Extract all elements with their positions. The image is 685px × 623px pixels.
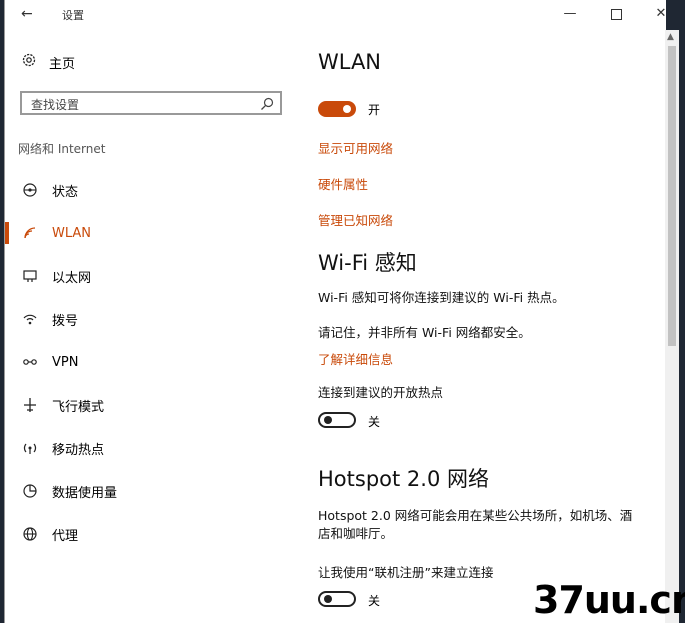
- airplane-icon: [22, 397, 38, 413]
- sidebar-item-proxy[interactable]: 代理: [5, 518, 295, 550]
- sidebar-item-label: WLAN: [52, 225, 92, 241]
- settings-window: ← 设置 — ✕ 主页 查找设置 网络和 Internet 状态 WLAN 以太…: [4, 0, 666, 623]
- sidebar-item-vpn[interactable]: VPN: [5, 346, 295, 378]
- sidebar-item-ethernet[interactable]: 以太网: [5, 260, 295, 292]
- sidebar-item-label: VPN: [52, 354, 79, 370]
- wlan-title: WLAN: [318, 50, 382, 74]
- hotspot-icon: [22, 440, 38, 456]
- hotspot-title: Hotspot 2.0 网络: [318, 467, 489, 491]
- sidebar-item-label: 代理: [52, 528, 79, 544]
- search-placeholder: 查找设置: [31, 98, 80, 112]
- online-signup-toggle-label: 关: [368, 594, 381, 608]
- ethernet-icon: [22, 268, 38, 284]
- minimize-button[interactable]: —: [555, 6, 585, 24]
- sidebar-item-data-usage[interactable]: 数据使用量: [5, 475, 295, 507]
- title-bar: ← 设置 — ✕: [5, 0, 666, 30]
- hotspot-description-line1: Hotspot 2.0 网络可能会用在某些公共场所，如机场、酒: [318, 508, 633, 523]
- home-label: 主页: [49, 56, 76, 72]
- sidebar-item-label: 移动热点: [52, 442, 105, 458]
- wifi-icon: [22, 225, 38, 241]
- show-available-networks-link[interactable]: 显示可用网络: [318, 138, 393, 157]
- sidebar-item-airplane[interactable]: 飞行模式: [5, 389, 295, 421]
- toggle-knob: [324, 595, 332, 603]
- manage-known-networks-link[interactable]: 管理已知网络: [318, 210, 393, 229]
- back-arrow-icon[interactable]: ←: [21, 6, 33, 22]
- open-hotspots-toggle-label: 关: [368, 415, 381, 429]
- active-indicator: [5, 222, 9, 244]
- window-title: 设置: [62, 9, 84, 22]
- sidebar-item-label: 以太网: [52, 270, 92, 286]
- open-hotspots-toggle[interactable]: [318, 412, 356, 428]
- sidebar-item-label: 状态: [52, 184, 79, 200]
- wifi-sense-title: Wi-Fi 感知: [318, 251, 417, 275]
- learn-more-link[interactable]: 了解详细信息: [318, 349, 393, 368]
- hotspot-description-line2: 店和咖啡厅。: [318, 526, 394, 541]
- sidebar-item-dialup[interactable]: 拨号: [5, 303, 295, 335]
- sidebar-item-label: 数据使用量: [52, 485, 118, 501]
- section-title: 网络和 Internet: [18, 142, 106, 156]
- dialup-icon: [22, 311, 38, 327]
- sidebar-item-status[interactable]: 状态: [5, 174, 295, 206]
- scroll-up-arrow-icon[interactable]: ▲: [667, 32, 674, 42]
- hardware-properties-link[interactable]: 硬件属性: [318, 174, 368, 193]
- status-icon: [22, 182, 38, 198]
- maximize-icon: [610, 9, 622, 20]
- data-usage-icon: [22, 483, 38, 499]
- toggle-knob: [324, 416, 332, 424]
- search-input[interactable]: 查找设置: [20, 91, 282, 115]
- toggle-knob: [343, 105, 351, 113]
- search-icon: [260, 96, 274, 115]
- home-link[interactable]: 主页: [21, 51, 75, 73]
- sidebar-item-label: 飞行模式: [52, 399, 105, 415]
- watermark: 37uu.cn: [533, 578, 685, 622]
- sidebar-item-wlan[interactable]: WLAN: [5, 217, 295, 249]
- wifi-sense-note: 请记住，并非所有 Wi-Fi 网络都安全。: [318, 325, 531, 340]
- scrollbar-thumb[interactable]: [668, 46, 676, 346]
- online-signup-toggle[interactable]: [318, 591, 356, 607]
- close-button[interactable]: ✕: [646, 6, 666, 24]
- globe-icon: [22, 526, 38, 542]
- wlan-toggle-label: 开: [368, 103, 381, 117]
- open-hotspots-label: 连接到建议的开放热点: [318, 385, 444, 400]
- wlan-toggle[interactable]: [318, 101, 356, 117]
- wifi-sense-description: Wi-Fi 感知可将你连接到建议的 Wi-Fi 热点。: [318, 290, 565, 305]
- vpn-icon: [22, 354, 38, 370]
- maximize-button[interactable]: [601, 6, 631, 24]
- online-signup-label: 让我使用“联机注册”来建立连接: [318, 565, 494, 580]
- gear-icon: [21, 52, 37, 72]
- sidebar-item-hotspot[interactable]: 移动热点: [5, 432, 295, 464]
- sidebar-item-label: 拨号: [52, 313, 79, 329]
